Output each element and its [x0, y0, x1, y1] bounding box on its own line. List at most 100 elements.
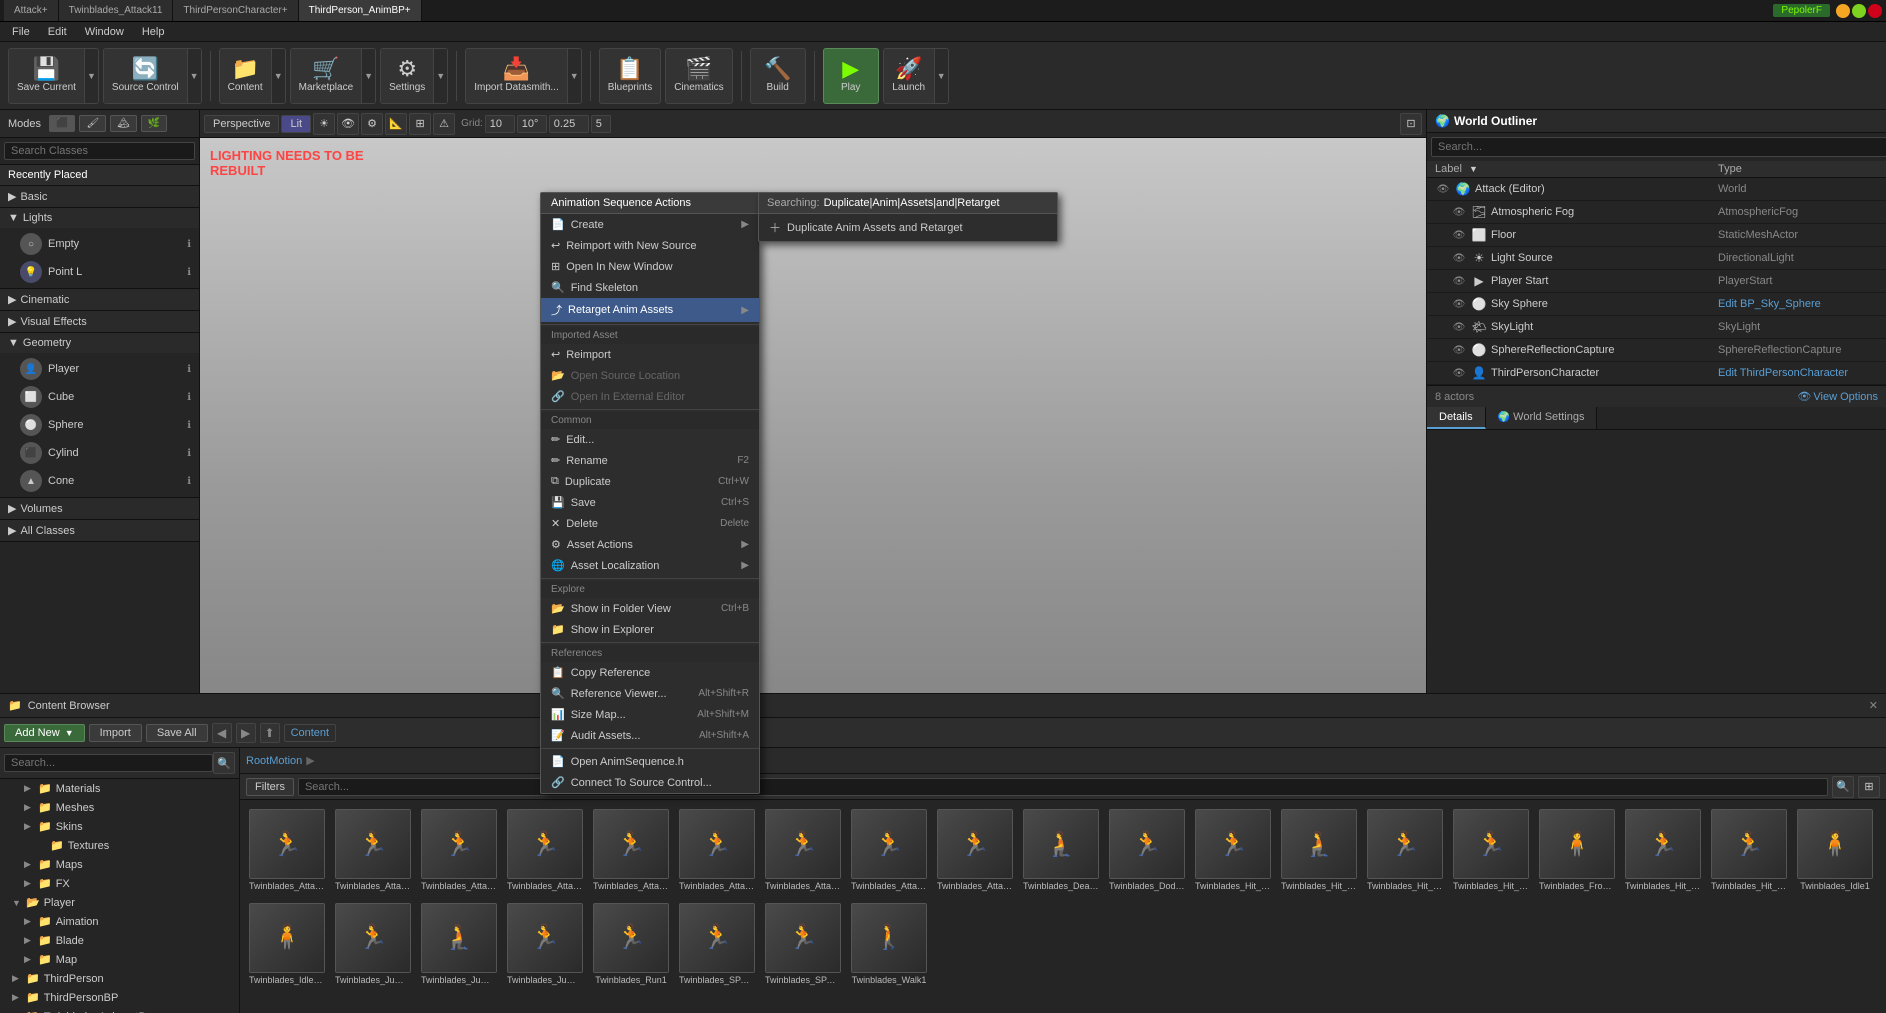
asset-attack14[interactable]: 🏃 Twinblades_Attack14 [504, 806, 586, 896]
content-arrow[interactable]: ▼ [271, 49, 285, 103]
play-button[interactable]: ▶ Play [823, 48, 879, 104]
asset-attack18[interactable]: 🏃 Twinblades_Attack18 [848, 806, 930, 896]
basic-section-header[interactable]: ▶ Basic [0, 186, 199, 207]
geometry-cone[interactable]: ▲ Cone ℹ [0, 467, 199, 495]
outliner-row-skylight[interactable]: 👁 🌤 SkyLight SkyLight [1427, 316, 1886, 339]
vp-icon-btn-4[interactable]: 📐 [385, 113, 407, 135]
asset-spattack4[interactable]: 🏃 Twinblades_SPAttack4 [762, 900, 844, 990]
launch-arrow[interactable]: ▼ [934, 49, 948, 103]
asset-jump-start1[interactable]: 🏃 Twinblades_Jump_Start1 [504, 900, 586, 990]
asset-hit-right1[interactable]: 🏃 Twinblades_Hit_Right1 [1708, 806, 1790, 896]
outliner-row-player-start[interactable]: 👁 ▶ Player Start PlayerStart [1427, 270, 1886, 293]
lights-section-header[interactable]: ▼ Lights [0, 208, 199, 228]
title-tab-attack[interactable]: Attack+ [4, 0, 59, 21]
import-datasmith-arrow[interactable]: ▼ [567, 49, 581, 103]
vp-icon-btn-5[interactable]: ⊞ [409, 113, 431, 135]
cb-nav-back[interactable]: ◀ [212, 723, 232, 743]
grid-multiplier[interactable]: 5 [591, 115, 611, 133]
ctx-retarget-anim[interactable]: ⤴ Retarget Anim Assets ▶ [541, 298, 759, 322]
folder-aimation[interactable]: ▶ 📁 Aimation [0, 912, 239, 931]
retarget-duplicate-item[interactable]: ＋ Duplicate Anim Assets and Retarget [759, 214, 1057, 241]
asset-walk1[interactable]: 🚶 Twinblades_Walk1 [848, 900, 930, 990]
geometry-cylinder[interactable]: ⬛ Cylind ℹ [0, 439, 199, 467]
cb-nav-forward[interactable]: ▶ [236, 723, 256, 743]
tab-details[interactable]: Details [1427, 407, 1486, 429]
folder-twinblades-anim[interactable]: ▼ 📂 TwinbladesAnimsetBase [0, 1007, 239, 1013]
asset-front1[interactable]: 🧍 Twinblades_Front1 [1536, 806, 1618, 896]
vp-icon-btn-6[interactable]: ⚠ [433, 113, 455, 135]
outliner-row-thirdperson-char[interactable]: 👁 👤 ThirdPersonCharacter Edit ThirdPerso… [1427, 362, 1886, 385]
asset-attack15[interactable]: 🏃 Twinblades_Attack15 [590, 806, 672, 896]
cb-folder-search-icon[interactable]: 🔍 [213, 752, 235, 774]
save-current-arrow[interactable]: ▼ [84, 49, 98, 103]
marketplace-arrow[interactable]: ▼ [361, 49, 375, 103]
settings-button[interactable]: ⚙ Settings [381, 49, 433, 103]
mode-placement[interactable]: ⬛ [49, 115, 75, 132]
ctx-connect-source-control[interactable]: 🔗 Connect To Source Control... [541, 772, 759, 793]
menu-file[interactable]: File [4, 24, 38, 40]
ctx-reimport[interactable]: ↩ Reimport [541, 344, 759, 365]
cb-nav-up[interactable]: ⬆ [260, 723, 280, 743]
marketplace-button[interactable]: 🛒 Marketplace [291, 49, 361, 103]
snap-rotation[interactable]: 10° [517, 115, 547, 133]
cb-asset-search-input[interactable] [298, 778, 1828, 796]
vp-icon-btn-3[interactable]: ⚙ [361, 113, 383, 135]
folder-player[interactable]: ▼ 📂 Player [0, 893, 239, 912]
lights-item-pointl[interactable]: 💡 Point L ℹ [0, 258, 199, 286]
grid-size[interactable]: 10 [485, 115, 515, 133]
ctx-rename[interactable]: ✏ Rename F2 [541, 450, 759, 471]
ctx-size-map[interactable]: 📊 Size Map... Alt+Shift+M [541, 704, 759, 725]
ctx-asset-actions[interactable]: ⚙ Asset Actions ▶ [541, 534, 759, 555]
asset-hit-fallown-end1[interactable]: 🧎 Twinblades_Hit_Fallown_End1 [1278, 806, 1360, 896]
asset-spattack3[interactable]: 🏃 Twinblades_SPAttack3 [676, 900, 758, 990]
outliner-search-input[interactable] [1431, 137, 1886, 157]
geometry-sphere[interactable]: ⚪ Sphere ℹ [0, 411, 199, 439]
menu-help[interactable]: Help [134, 24, 173, 40]
settings-arrow[interactable]: ▼ [433, 49, 447, 103]
asset-jump-fall1[interactable]: 🏃 Twinblades_Jump_Fall1 [332, 900, 414, 990]
geometry-player[interactable]: 👤 Player ℹ [0, 355, 199, 383]
ctx-show-folder-view[interactable]: 📂 Show in Folder View Ctrl+B [541, 598, 759, 619]
mode-landscape[interactable]: 🏔 [110, 115, 137, 132]
ctx-copy-reference[interactable]: 📋 Copy Reference [541, 662, 759, 683]
asset-attack11[interactable]: 🏃 Twinblades_Attack11 [246, 806, 328, 896]
ctx-reference-viewer[interactable]: 🔍 Reference Viewer... Alt+Shift+R [541, 683, 759, 704]
outliner-row-light-source[interactable]: 👁 ☀ Light Source DirectionalLight [1427, 247, 1886, 270]
outliner-row-sky-sphere[interactable]: 👁 ⚪ Sky Sphere Edit BP_Sky_Sphere [1427, 293, 1886, 316]
folder-thirdpersonbp[interactable]: ▶ 📁 ThirdPersonBP [0, 988, 239, 1007]
cb-close-icon[interactable]: ✕ [1869, 699, 1878, 712]
ctx-audit-assets[interactable]: 📝 Audit Assets... Alt+Shift+A [541, 725, 759, 746]
asset-attack17[interactable]: 🏃 Twinblades_Attack17 [762, 806, 844, 896]
cb-filters-button[interactable]: Filters [246, 778, 294, 796]
content-button[interactable]: 📁 Content [220, 49, 271, 103]
cb-add-new-button[interactable]: Add New ▼ [4, 724, 85, 742]
ctx-open-animsequence[interactable]: 📄 Open AnimSequence.h [541, 751, 759, 772]
folder-map[interactable]: ▶ 📁 Map [0, 950, 239, 969]
asset-idle-general1[interactable]: 🧍 Twinblades_Idle_General1 [246, 900, 328, 990]
folder-skins[interactable]: ▶ 📁 Skins [0, 817, 239, 836]
lit-mode-button[interactable]: Lit [281, 115, 311, 133]
asset-run1[interactable]: 🏃 Twinblades_Run1 [590, 900, 672, 990]
cinematic-section-header[interactable]: ▶ Cinematic [0, 289, 199, 310]
folder-maps[interactable]: ▶ 📁 Maps [0, 855, 239, 874]
outliner-row-attack-editor[interactable]: 👁 🌍 Attack (Editor) World [1427, 178, 1886, 201]
outliner-row-atmos-fog[interactable]: 👁 🌫 Atmospheric Fog AtmosphericFog [1427, 201, 1886, 224]
view-options-button[interactable]: 👁 View Options [1797, 390, 1878, 403]
ctx-find-skeleton[interactable]: 🔍 Find Skeleton [541, 277, 759, 298]
ctx-show-explorer[interactable]: 📁 Show in Explorer [541, 619, 759, 640]
ctx-asset-localization[interactable]: 🌐 Asset Localization ▶ [541, 555, 759, 576]
asset-dodge1[interactable]: 🏃 Twinblades_Dodge1 [1106, 806, 1188, 896]
asset-hit-fallown-loop1[interactable]: 🏃 Twinblades_Hit_Fallown_Loop1 [1364, 806, 1446, 896]
folder-blade[interactable]: ▶ 📁 Blade [0, 931, 239, 950]
asset-attack13[interactable]: 🏃 Twinblades_Attack13 [418, 806, 500, 896]
ctx-save[interactable]: 💾 Save Ctrl+S [541, 492, 759, 513]
lights-item-empty1[interactable]: ○ Empty ℹ [0, 230, 199, 258]
cb-view-settings[interactable]: ⊞ [1858, 776, 1880, 798]
import-datasmith-button[interactable]: 📥 Import Datasmith... [466, 49, 566, 103]
ctx-open-new-window[interactable]: ⊞ Open In New Window [541, 256, 759, 277]
folder-meshes[interactable]: ▶ 📁 Meshes [0, 798, 239, 817]
cb-folder-search[interactable] [4, 754, 213, 772]
geometry-section-header[interactable]: ▼ Geometry [0, 333, 199, 353]
build-button[interactable]: 🔨 Build [750, 48, 806, 104]
snap-scale[interactable]: 0.25 [549, 115, 589, 133]
